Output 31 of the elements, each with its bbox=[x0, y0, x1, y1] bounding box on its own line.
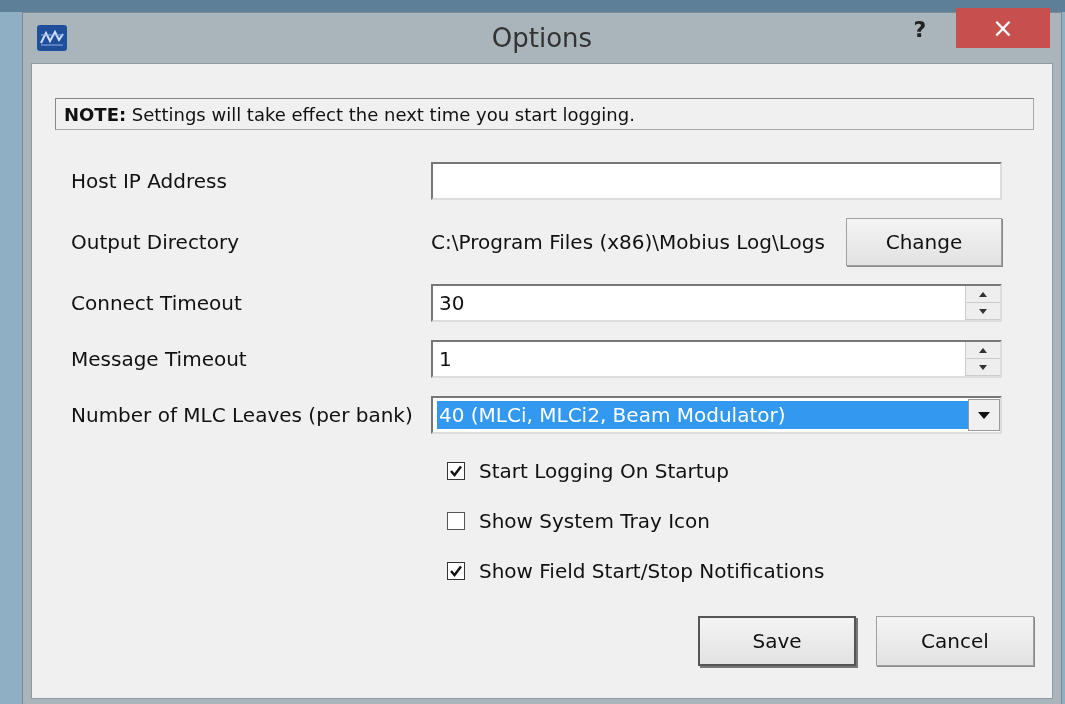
checkbox[interactable] bbox=[447, 562, 465, 580]
up-arrow-icon bbox=[979, 347, 987, 353]
checkbox-label[interactable]: Show System Tray Icon bbox=[479, 509, 710, 533]
up-arrow-icon bbox=[979, 291, 987, 297]
note-text: NOTE: Settings will take effect the next time you start logging. bbox=[64, 103, 635, 125]
directory-path: C:\Program Files (x86)\Mobius Log\Logs bbox=[431, 230, 825, 254]
dropdown-button[interactable] bbox=[968, 399, 1000, 431]
down-arrow-icon bbox=[979, 308, 987, 314]
spinner-field[interactable]: 1 bbox=[431, 340, 1002, 378]
window-title: Options bbox=[491, 23, 593, 53]
app-icon bbox=[37, 25, 67, 51]
input-field[interactable] bbox=[431, 162, 1002, 200]
caret-icon bbox=[978, 411, 990, 419]
spinner-field[interactable]: 30 bbox=[431, 284, 1002, 322]
down-arrow-icon bbox=[979, 364, 987, 370]
field-label: Host IP Address bbox=[71, 169, 228, 193]
check-icon bbox=[450, 565, 462, 577]
field-label: Number of MLC Leaves (per bank) bbox=[71, 403, 414, 427]
checkbox-label[interactable]: Show Field Start/Stop Notifications bbox=[479, 559, 825, 583]
dialog-button[interactable]: Cancel bbox=[876, 616, 1034, 666]
field-label: Connect Timeout bbox=[71, 291, 243, 315]
checkbox[interactable] bbox=[447, 462, 465, 480]
checkbox-label[interactable]: Start Logging On Startup bbox=[479, 459, 729, 483]
field-label: Message Timeout bbox=[71, 347, 248, 371]
checkbox[interactable] bbox=[447, 512, 465, 530]
close-button[interactable]: × bbox=[956, 8, 1050, 48]
check-icon bbox=[450, 465, 462, 477]
help-button[interactable]: ? bbox=[900, 13, 940, 45]
dialog-button[interactable]: Save bbox=[698, 616, 856, 666]
field-label: Output Directory bbox=[71, 230, 240, 254]
change-button[interactable]: Change bbox=[846, 218, 1002, 266]
